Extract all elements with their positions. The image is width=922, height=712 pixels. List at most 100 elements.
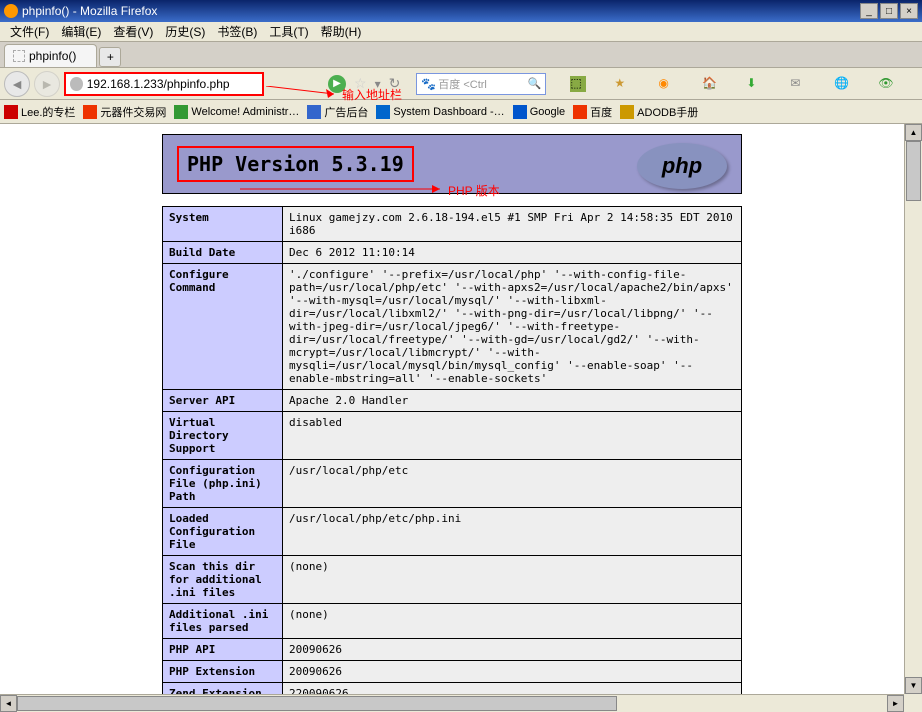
back-button[interactable]: ◄	[4, 71, 30, 97]
info-key: Zend Extension	[163, 683, 283, 695]
tab-phpinfo[interactable]: phpinfo()	[4, 44, 97, 67]
info-value: Dec 6 2012 11:10:14	[283, 242, 742, 264]
table-row: Loaded Configuration File/usr/local/php/…	[163, 508, 742, 556]
close-button[interactable]: ×	[900, 3, 918, 19]
scroll-left-button[interactable]: ◄	[0, 695, 17, 712]
table-row: Configure Command'./configure' '--prefix…	[163, 264, 742, 390]
info-key: Loaded Configuration File	[163, 508, 283, 556]
bookmark-favicon	[307, 105, 321, 119]
info-value: (none)	[283, 604, 742, 639]
php-logo: php	[637, 143, 727, 189]
info-key: Configuration File (php.ini) Path	[163, 460, 283, 508]
bookmark-favicon	[376, 105, 390, 119]
download-icon[interactable]: ⬇	[746, 76, 762, 92]
annotation-php-version: PHP 版本	[448, 182, 500, 199]
info-value: /usr/local/php/etc	[283, 460, 742, 508]
url-input[interactable]	[87, 77, 258, 91]
globe-icon[interactable]: 🌐	[834, 76, 850, 92]
toolbar-icon-1[interactable]: ⬚	[570, 76, 586, 92]
scroll-thumb[interactable]	[906, 141, 921, 201]
menu-view[interactable]: 查看(V)	[107, 21, 159, 42]
hscroll-thumb[interactable]	[17, 696, 617, 711]
search-box[interactable]: 🐾 百度 <Ctrl 🔍	[416, 73, 546, 95]
toolbar-icon-3[interactable]: ◉	[658, 76, 674, 92]
bookmark-label: Lee.的专栏	[21, 104, 75, 120]
tab-title: phpinfo()	[29, 49, 76, 63]
bookmark-item[interactable]: Google	[513, 105, 565, 119]
info-key: PHP API	[163, 639, 283, 661]
info-value: 20090626	[283, 661, 742, 683]
table-row: Server APIApache 2.0 Handler	[163, 390, 742, 412]
php-version-highlight: PHP Version 5.3.19	[177, 146, 414, 182]
horizontal-scrollbar[interactable]: ◄ ►	[0, 694, 904, 712]
minimize-button[interactable]: _	[860, 3, 878, 19]
table-row: PHP Extension20090626	[163, 661, 742, 683]
toolbar-icon-2[interactable]: ★	[614, 76, 630, 92]
vertical-scrollbar[interactable]: ▲ ▼	[904, 124, 922, 694]
bookmark-favicon	[174, 105, 188, 119]
menu-file[interactable]: 文件(F)	[4, 21, 55, 42]
bookmark-favicon	[4, 105, 18, 119]
menu-edit[interactable]: 编辑(E)	[55, 21, 107, 42]
annotation-url: 输入地址栏	[342, 86, 402, 103]
bookmark-item[interactable]: Lee.的专栏	[4, 104, 75, 120]
search-icon[interactable]: 🔍	[528, 77, 542, 90]
maximize-button[interactable]: □	[880, 3, 898, 19]
forward-button[interactable]: ►	[34, 71, 60, 97]
page-content: PHP Version 5.3.19 php PHP 版本 SystemLinu…	[0, 124, 904, 694]
info-key: PHP Extension	[163, 661, 283, 683]
table-row: Configuration File (php.ini) Path/usr/lo…	[163, 460, 742, 508]
bookmark-label: System Dashboard -…	[393, 106, 504, 118]
php-version-title: PHP Version 5.3.19	[187, 152, 404, 176]
menu-history[interactable]: 历史(S)	[159, 21, 211, 42]
site-identity-icon	[70, 77, 83, 91]
table-row: Zend Extension220090626	[163, 683, 742, 695]
search-placeholder: 百度 <Ctrl	[438, 76, 487, 92]
bookmark-item[interactable]: 广告后台	[307, 104, 368, 120]
tab-bar: phpinfo() +	[0, 42, 922, 68]
scroll-corner	[904, 694, 922, 712]
bookmark-item[interactable]: Welcome! Administr…	[174, 105, 299, 119]
table-row: Build DateDec 6 2012 11:10:14	[163, 242, 742, 264]
bookmark-label: 元器件交易网	[100, 104, 166, 120]
table-row: PHP API20090626	[163, 639, 742, 661]
scroll-right-button[interactable]: ►	[887, 695, 904, 712]
bookmark-item[interactable]: 元器件交易网	[83, 104, 166, 120]
info-value: 20090626	[283, 639, 742, 661]
scroll-up-button[interactable]: ▲	[905, 124, 922, 141]
bookmark-favicon	[83, 105, 97, 119]
menu-bar: 文件(F) 编辑(E) 查看(V) 历史(S) 书签(B) 工具(T) 帮助(H…	[0, 22, 922, 42]
info-key: Configure Command	[163, 264, 283, 390]
info-value: disabled	[283, 412, 742, 460]
info-value: Apache 2.0 Handler	[283, 390, 742, 412]
phpinfo-table: SystemLinux gamejzy.com 2.6.18-194.el5 #…	[162, 206, 742, 694]
url-bar[interactable]	[64, 72, 264, 96]
bookmarks-bar: Lee.的专栏 元器件交易网 Welcome! Administr… 广告后台 Syst…	[0, 100, 922, 124]
scroll-down-button[interactable]: ▼	[905, 677, 922, 694]
menu-bookmarks[interactable]: 书签(B)	[211, 21, 263, 42]
bookmark-item[interactable]: ADODB手册	[620, 104, 698, 120]
info-key: Server API	[163, 390, 283, 412]
table-row: Additional .ini files parsed(none)	[163, 604, 742, 639]
info-value: Linux gamejzy.com 2.6.18-194.el5 #1 SMP …	[283, 207, 742, 242]
bookmark-item[interactable]: System Dashboard -…	[376, 105, 504, 119]
info-value: (none)	[283, 556, 742, 604]
bookmark-item[interactable]: 百度	[573, 104, 612, 120]
bookmark-label: Welcome! Administr…	[191, 106, 299, 118]
eye-icon[interactable]: 👁	[878, 76, 894, 92]
toolbar-extra-icons: ⬚ ★ ◉ 🏠 ⬇ ✉ 🌐 👁	[570, 76, 894, 92]
baidu-icon: 🐾	[421, 77, 436, 91]
info-key: Scan this dir for additional .ini files	[163, 556, 283, 604]
navigation-toolbar: ◄ ► ▶ ☆ ▾ ↻ 🐾 百度 <Ctrl 🔍 ⬚ ★ ◉ 🏠 ⬇ ✉ 🌐 👁	[0, 68, 922, 100]
menu-tools[interactable]: 工具(T)	[263, 21, 314, 42]
bookmark-label: Google	[530, 106, 565, 118]
bookmark-label: 广告后台	[324, 104, 368, 120]
table-row: SystemLinux gamejzy.com 2.6.18-194.el5 #…	[163, 207, 742, 242]
menu-help[interactable]: 帮助(H)	[315, 21, 368, 42]
bookmark-favicon	[620, 105, 634, 119]
mail-icon[interactable]: ✉	[790, 76, 806, 92]
new-tab-button[interactable]: +	[99, 47, 121, 67]
tab-favicon	[13, 50, 25, 62]
home-icon[interactable]: 🏠	[702, 76, 718, 92]
bookmark-label: ADODB手册	[637, 104, 698, 120]
